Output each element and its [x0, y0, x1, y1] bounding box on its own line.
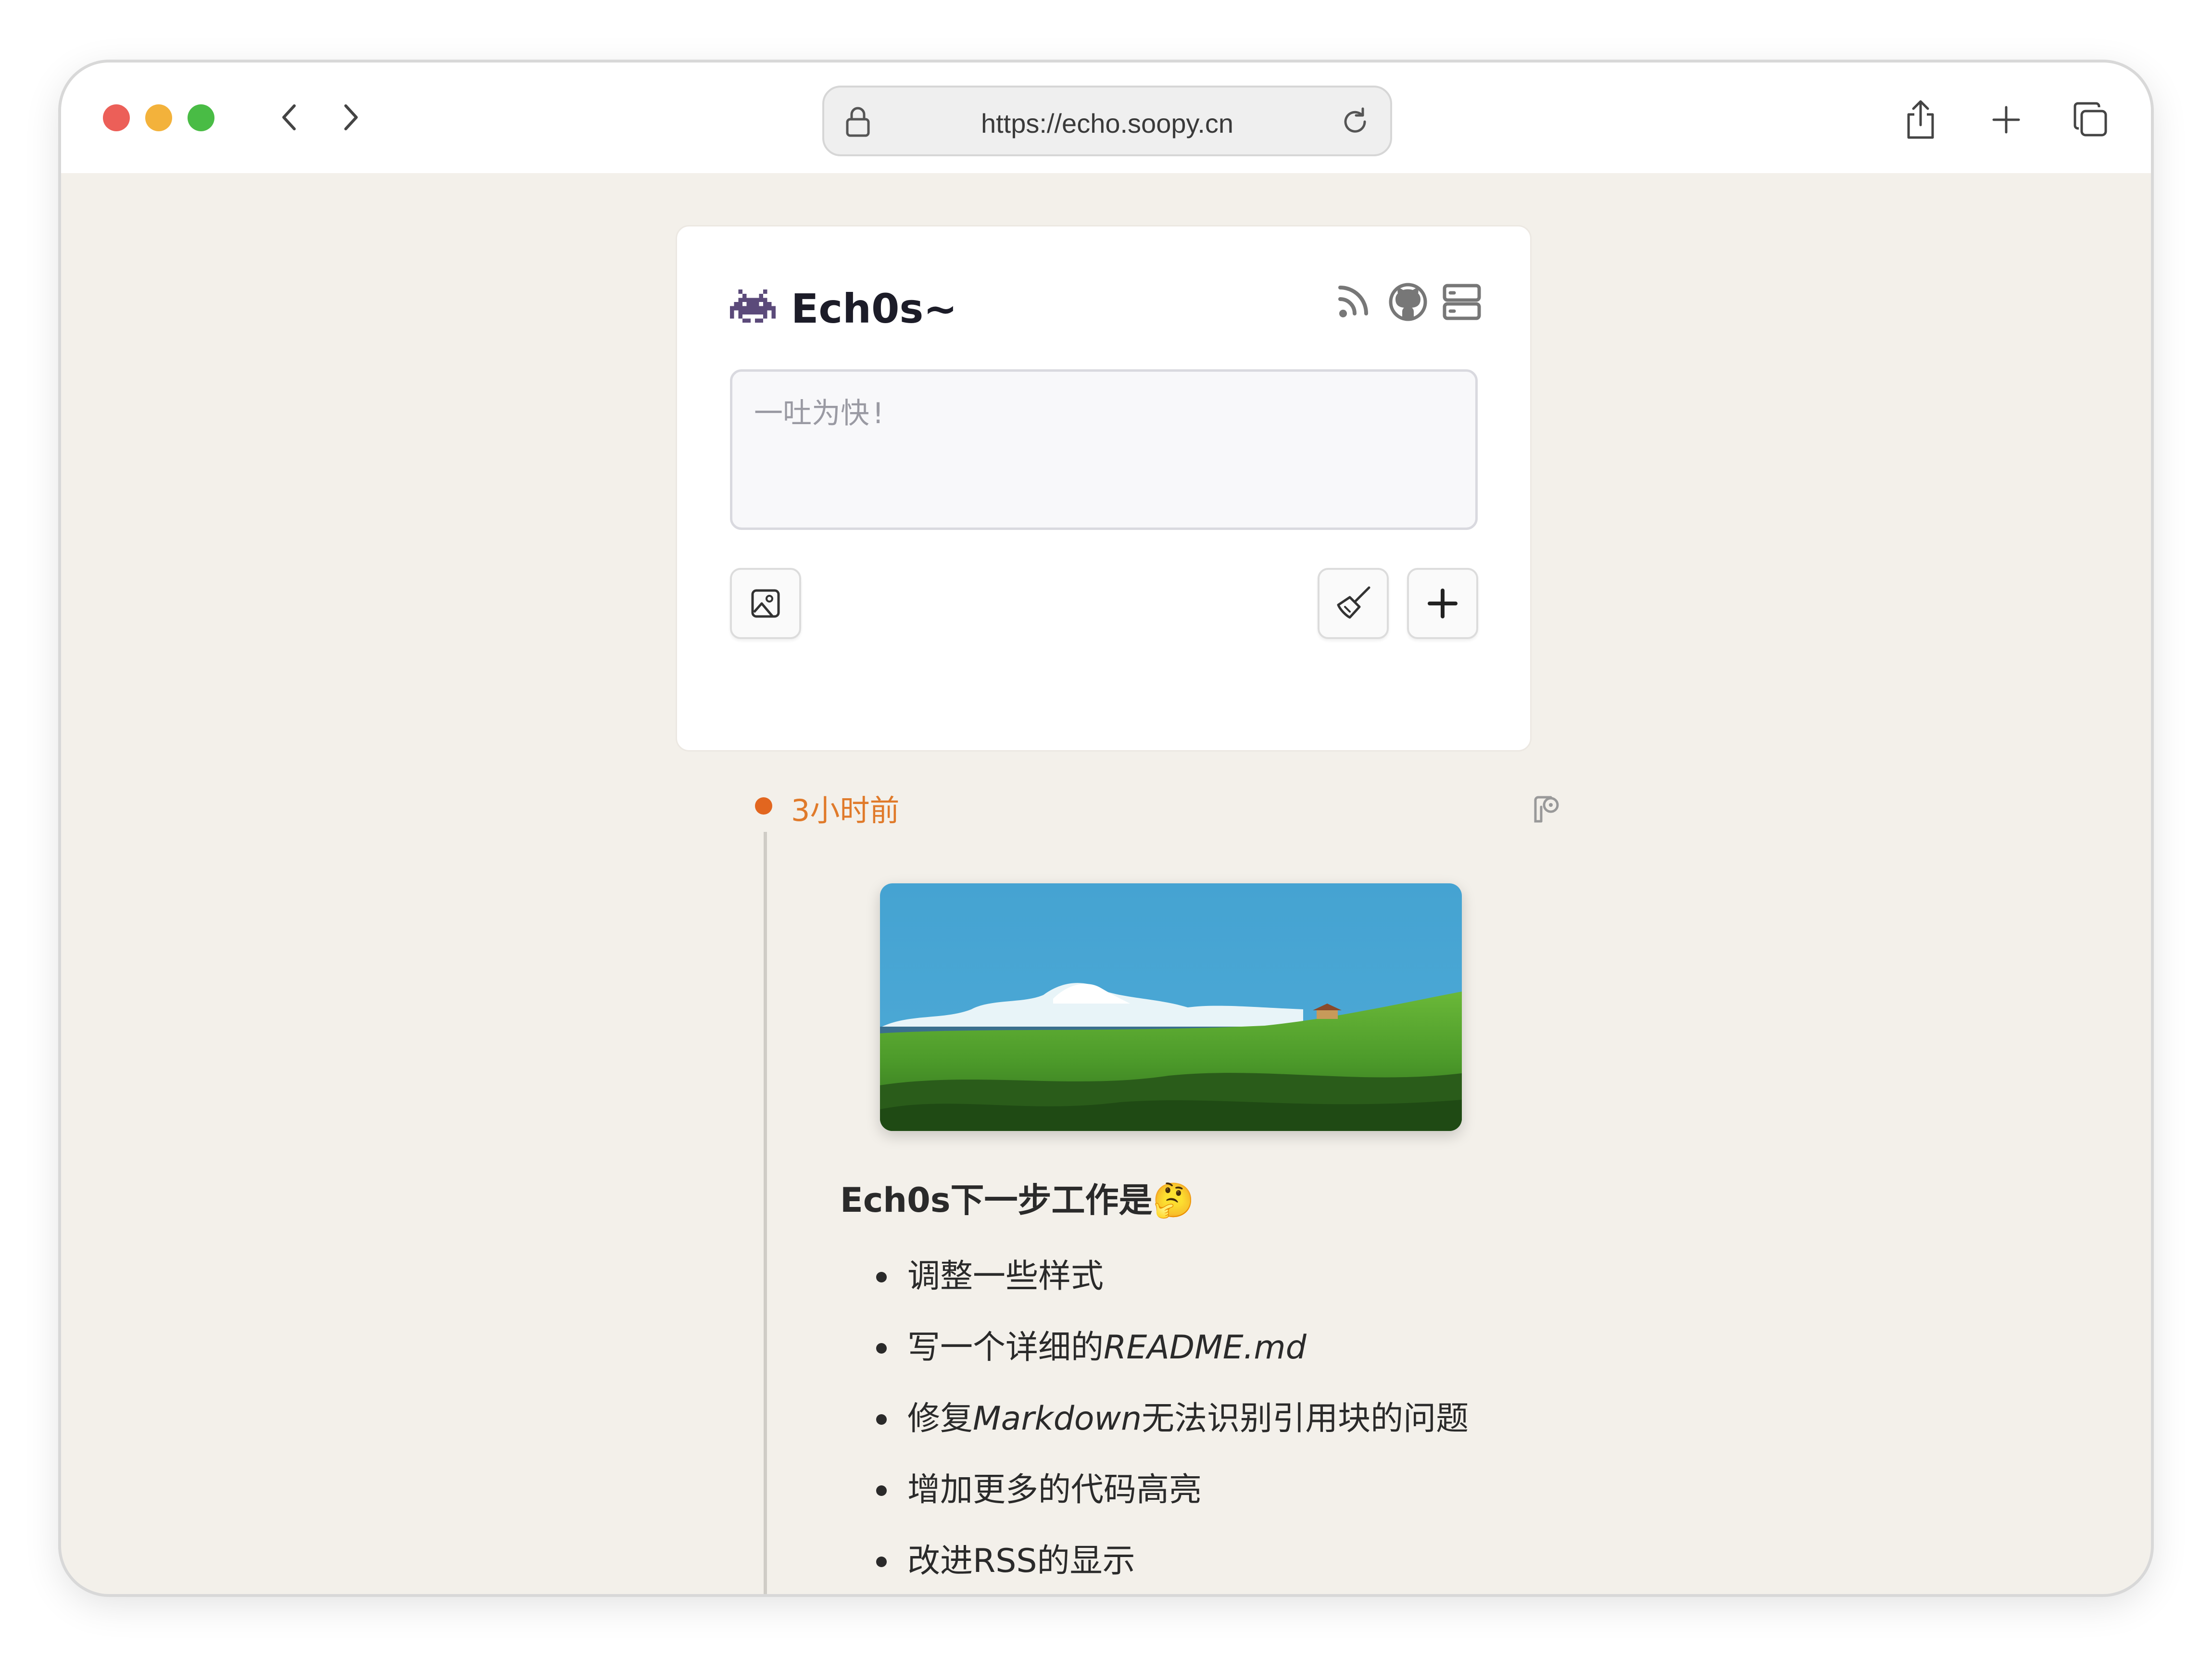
list-item: 增加更多的代码高亮: [876, 1464, 1496, 1517]
share-icon: [1907, 100, 1934, 139]
list-item-emphasis: Markdown: [973, 1400, 1142, 1438]
minimize-window-button[interactable]: [145, 104, 172, 131]
github-icon[interactable]: [1388, 282, 1428, 322]
post-image[interactable]: [880, 883, 1462, 1131]
new-tab-button[interactable]: [1985, 98, 2028, 141]
address-bar[interactable]: https://echo.soopy.cn: [822, 86, 1392, 156]
list-item-text-rest: 无法识别引用块的问题: [1142, 1400, 1469, 1438]
browser-titlebar: https://echo.soopy.cn: [61, 63, 2151, 173]
close-window-button[interactable]: [103, 104, 130, 131]
rss-icon[interactable]: [1337, 282, 1371, 320]
landscape-image: [880, 883, 1462, 1131]
browser-window: https://echo.soopy.cn Ech0s~ 一吐为快! 3小时前 …: [61, 63, 2151, 1594]
list-item-text: 调整一些样式: [907, 1257, 1104, 1295]
share-button[interactable]: [1899, 98, 1942, 141]
plus-icon: [1428, 589, 1458, 618]
server-icon[interactable]: [1442, 282, 1482, 322]
list-item-text: 增加更多的代码高亮: [907, 1471, 1202, 1509]
image-icon: [751, 589, 780, 618]
timeline-dot: [755, 797, 772, 815]
list-item: 写一个详细的README.md: [876, 1321, 1496, 1374]
list-item-emphasis: README.md: [1104, 1329, 1307, 1367]
chevron-right-icon: [344, 104, 358, 130]
list-item: 改进RSS的显示: [876, 1535, 1496, 1588]
reload-icon[interactable]: [1338, 105, 1372, 138]
chevron-left-icon: [282, 104, 296, 130]
space-invader-icon: [730, 289, 776, 323]
timeline-line: [764, 832, 767, 1594]
clear-button[interactable]: [1318, 568, 1389, 639]
list-item-text: 改进RSS的显示: [907, 1542, 1135, 1580]
maximize-window-button[interactable]: [188, 104, 214, 131]
post-textarea[interactable]: 一吐为快!: [730, 369, 1478, 530]
list-item: 修复Markdown无法识别引用块的问题: [876, 1393, 1496, 1445]
post-time: 3小时前: [791, 793, 900, 828]
textarea-placeholder: 一吐为快!: [754, 397, 887, 430]
brand-title: Ech0s~: [791, 285, 957, 332]
tabs-overview-button[interactable]: [2069, 98, 2112, 141]
post-title: Ech0s下一步工作是🤔: [840, 1181, 1194, 1220]
composer-card: Ech0s~ 一吐为快!: [676, 225, 1532, 752]
memo-share-icon[interactable]: [1532, 793, 1562, 824]
post-todo-list: 调整一些样式 写一个详细的README.md 修复Markdown无法识别引用块…: [876, 1250, 1496, 1594]
add-post-button[interactable]: [1407, 568, 1478, 639]
forward-button[interactable]: [336, 103, 365, 132]
url-text: https://echo.soopy.cn: [980, 108, 1234, 138]
list-item-text: 修复: [907, 1400, 973, 1438]
tabs-icon: [2074, 102, 2107, 137]
list-item-text: 写一个详细的: [907, 1329, 1104, 1367]
plus-icon: [1992, 106, 2020, 134]
broom-icon: [1337, 586, 1370, 619]
list-item: 调整一些样式: [876, 1250, 1496, 1303]
add-image-button[interactable]: [730, 568, 801, 639]
back-button[interactable]: [275, 103, 304, 132]
